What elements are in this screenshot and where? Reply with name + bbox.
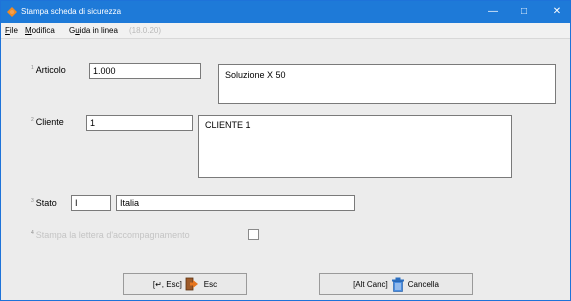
version-label: (18.0.20) bbox=[129, 26, 162, 35]
cliente-number: 2 bbox=[31, 117, 34, 123]
esc-button[interactable]: [↵, Esc] Esc bbox=[123, 273, 247, 295]
cancella-shortcut: [Alt Canc] bbox=[353, 279, 388, 289]
articolo-label: 1 Articolo bbox=[31, 65, 66, 75]
cancella-button[interactable]: [Alt Canc] Cancella bbox=[319, 273, 473, 295]
menu-guida-in-linea[interactable]: Guida in linea bbox=[69, 26, 118, 35]
esc-label: Esc bbox=[203, 279, 218, 289]
cliente-description: CLIENTE 1 bbox=[198, 115, 512, 178]
cliente-input[interactable]: 1 bbox=[86, 115, 193, 131]
stato-description: Italia bbox=[116, 195, 355, 211]
articolo-description: Soluzione X 50 bbox=[218, 64, 556, 104]
dialog-window: Stampa scheda di sicurezza — □ ✕ File Mo… bbox=[0, 0, 571, 301]
exit-door-icon bbox=[185, 277, 198, 291]
stato-input[interactable]: I bbox=[71, 195, 111, 211]
cliente-label: 2 Cliente bbox=[31, 117, 64, 127]
lettera-label: 4 Stampa la lettera d'accompagnamento bbox=[31, 230, 190, 240]
lettera-checkbox[interactable] bbox=[248, 229, 259, 240]
trash-bin-icon bbox=[391, 277, 404, 292]
title-bar: Stampa scheda di sicurezza — □ ✕ bbox=[1, 1, 570, 23]
stato-label: 3 Stato bbox=[31, 198, 57, 208]
close-icon[interactable]: ✕ bbox=[547, 4, 567, 20]
articolo-number: 1 bbox=[31, 65, 34, 71]
stato-number: 3 bbox=[31, 198, 34, 204]
app-icon bbox=[7, 7, 17, 17]
esc-shortcut: [↵, Esc] bbox=[152, 279, 182, 289]
maximize-icon[interactable]: □ bbox=[514, 4, 534, 20]
minimize-icon[interactable]: — bbox=[483, 4, 503, 20]
lettera-number: 4 bbox=[31, 230, 34, 236]
menu-bar: File Modifica Guida in linea (18.0.20) bbox=[1, 23, 570, 39]
window-title: Stampa scheda di sicurezza bbox=[21, 7, 122, 16]
articolo-input[interactable]: 1.000 bbox=[89, 63, 201, 79]
menu-modifica[interactable]: Modifica bbox=[25, 26, 55, 35]
menu-file[interactable]: File bbox=[5, 26, 18, 35]
cancella-label: Cancella bbox=[407, 279, 439, 289]
